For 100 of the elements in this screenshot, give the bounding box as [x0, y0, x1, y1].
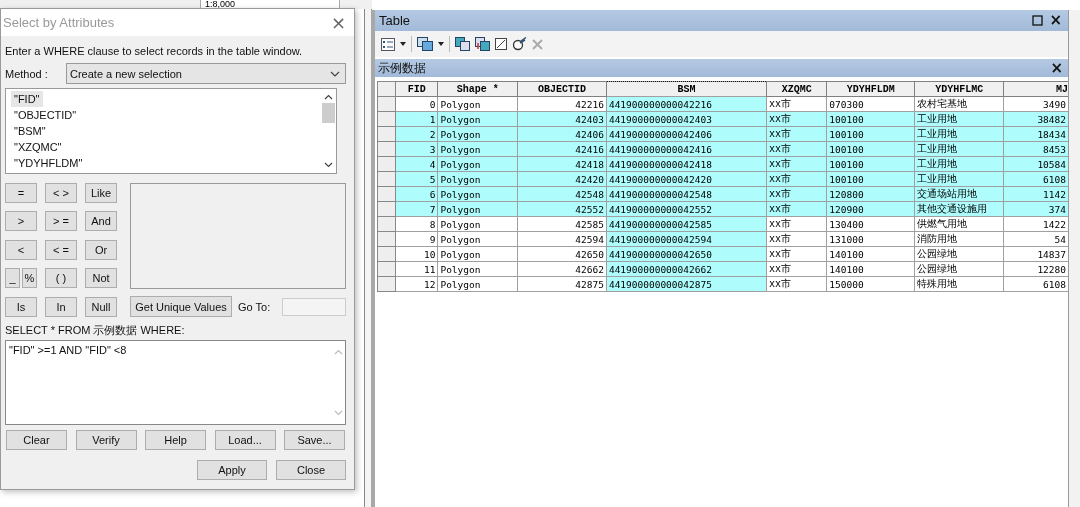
table-cell: 100100	[826, 171, 915, 187]
table-cell: 工业用地	[914, 171, 1004, 187]
maximize-icon[interactable]	[1032, 15, 1044, 26]
table-cell: 42420	[517, 171, 607, 187]
table-cell: 工业用地	[914, 111, 1004, 127]
table-cell: Polygon	[437, 186, 518, 202]
table-cell: xx市	[766, 231, 827, 247]
close-button[interactable]: ×	[326, 13, 350, 32]
field-list-item[interactable]: "XZQMC"	[11, 139, 65, 155]
field-list-item[interactable]: "BSM"	[11, 123, 49, 139]
column-header[interactable]: YDYHFLDM	[826, 81, 915, 97]
operator-button[interactable]: <	[5, 239, 37, 260]
table-cell: 100100	[826, 141, 915, 157]
table-cell: 42416	[517, 141, 607, 157]
close-button[interactable]: ×	[1048, 60, 1065, 76]
operator-button[interactable]: Or	[85, 239, 117, 260]
operator-button[interactable]: > =	[45, 211, 77, 232]
table-cell: 130400	[826, 216, 915, 232]
operator-button[interactable]: ( )	[45, 268, 77, 289]
table-cell: 140100	[826, 261, 915, 277]
column-header[interactable]: YDYHFLMC	[914, 81, 1004, 97]
table-cell: xx市	[766, 201, 827, 217]
operator-button[interactable]: >	[5, 211, 37, 232]
table-options-icon[interactable]	[417, 37, 433, 51]
dialog-button[interactable]: Close	[276, 460, 346, 480]
table-row[interactable]: 0 Polygon 42216 441900000000042216 xx市 070300 农村宅基地 3490	[377, 96, 1068, 112]
table-cell: 工业用地	[914, 156, 1004, 172]
table-cell: 42216	[517, 96, 607, 112]
zoom-icon[interactable]	[512, 37, 527, 51]
table-cell: 42650	[517, 246, 607, 262]
dialog-button[interactable]: Load...	[214, 430, 276, 450]
operator-button[interactable]: And	[85, 211, 117, 232]
table-cell: 5	[395, 171, 438, 187]
table-cell: 42594	[517, 231, 607, 247]
delete-icon[interactable]	[532, 38, 543, 50]
list-icon[interactable]	[381, 37, 395, 51]
close-button[interactable]: ×	[1047, 13, 1064, 28]
caret-icon[interactable]	[438, 42, 444, 46]
operator-button[interactable]: In	[45, 296, 77, 317]
switch-selection-icon[interactable]	[475, 37, 490, 51]
table-cell: 交通场站用地	[914, 186, 1004, 202]
scroll-thumb[interactable]	[321, 103, 335, 123]
column-header[interactable]: Shape *	[437, 81, 518, 97]
table-cell: xx市	[766, 141, 827, 157]
get-unique-values-button[interactable]: Get Unique Values	[130, 296, 232, 317]
operator-button[interactable]: Like	[85, 183, 117, 203]
table-cell: 8	[395, 216, 438, 232]
window-title: Table	[379, 13, 411, 28]
table-cell: 6	[395, 186, 438, 202]
operator-button[interactable]: =	[5, 183, 37, 203]
column-header[interactable]: FID	[395, 81, 438, 97]
table-cell: 其他交通设施用	[914, 201, 1004, 217]
select-icon[interactable]	[455, 37, 470, 51]
table-cell: Polygon	[437, 231, 518, 247]
table-cell: xx市	[766, 96, 827, 112]
chevron-up-icon[interactable]	[323, 94, 333, 100]
dialog-button[interactable]: Help	[145, 430, 206, 450]
caret-icon[interactable]	[400, 42, 406, 46]
table-cell: 42403	[517, 111, 607, 127]
operator-button[interactable]: Is	[5, 296, 37, 317]
dialog-button[interactable]: Verify	[75, 430, 137, 450]
operator-button[interactable]: %	[22, 268, 37, 289]
field-list-item[interactable]: "YDYHFLDM"	[11, 155, 86, 171]
table-cell: 工业用地	[914, 141, 1004, 157]
operator-button[interactable]: < >	[45, 183, 77, 203]
operator-button[interactable]: Null	[85, 296, 117, 317]
dialog-button[interactable]: Clear	[6, 430, 67, 450]
clear-selection-icon[interactable]	[495, 38, 507, 50]
sql-prefix-text: SELECT * FROM 示例数据 WHERE:	[5, 323, 186, 338]
field-list-item[interactable]: "FID"	[11, 91, 43, 107]
table-cell: 100100	[826, 111, 915, 127]
column-header[interactable]: XZQMC	[766, 81, 827, 97]
chevron-down-icon[interactable]	[330, 70, 340, 77]
field-list-item[interactable]: "OBJECTID"	[11, 107, 80, 123]
go-to-field[interactable]	[282, 297, 346, 316]
operator-button[interactable]: _	[5, 268, 20, 289]
table-cell: xx市	[766, 216, 827, 232]
table-cell: 42585	[517, 216, 607, 232]
row-selector-header[interactable]	[377, 81, 396, 97]
table-cell: Polygon	[437, 126, 518, 142]
column-header[interactable]: OBJECTID	[517, 81, 607, 97]
table-cell: 农村宅基地	[914, 96, 1004, 112]
column-header[interactable]: MJ	[1003, 81, 1068, 97]
operator-button[interactable]: Not	[85, 268, 117, 289]
column-header[interactable]: BSM	[606, 81, 767, 97]
operator-button[interactable]: < =	[45, 239, 77, 260]
method-dropdown[interactable]: Create a new selection	[66, 63, 346, 84]
table-cell: 42406	[517, 126, 607, 142]
table-cell: 3	[395, 141, 438, 157]
table-cell: Polygon	[437, 246, 518, 262]
table-cell: Polygon	[437, 216, 518, 232]
dialog-button[interactable]: Save...	[284, 430, 345, 450]
dialog-button[interactable]: Apply	[197, 460, 267, 480]
table-cell: xx市	[766, 186, 827, 202]
table-cell: 42875	[517, 276, 607, 292]
table-cell: 10	[395, 246, 438, 262]
table-cell: 42548	[517, 186, 607, 202]
table-cell: 7	[395, 201, 438, 217]
table-cell: 140100	[826, 246, 915, 262]
chevron-down-icon[interactable]	[323, 162, 333, 168]
